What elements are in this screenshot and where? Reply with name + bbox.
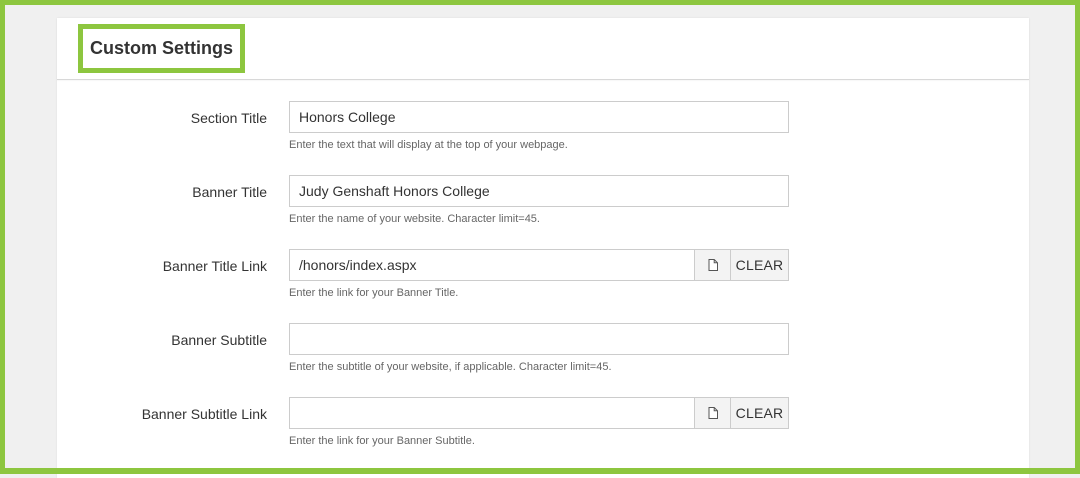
banner-title-label: Banner Title bbox=[192, 184, 267, 200]
section-title-input[interactable] bbox=[289, 101, 789, 133]
banner-subtitle-link-help: Enter the link for your Banner Subtitle. bbox=[289, 435, 475, 447]
banner-title-help: Enter the name of your website. Characte… bbox=[289, 213, 540, 225]
banner-subtitle-input[interactable] bbox=[289, 323, 789, 355]
banner-title-link-label: Banner Title Link bbox=[162, 258, 267, 274]
banner-title-input[interactable] bbox=[289, 175, 789, 207]
banner-subtitle-label: Banner Subtitle bbox=[171, 332, 267, 348]
banner-subtitle-link-browse-button[interactable] bbox=[694, 398, 730, 428]
custom-settings-panel: Custom Settings Section Title Enter the … bbox=[57, 18, 1029, 478]
banner-title-link-input[interactable] bbox=[290, 250, 694, 280]
banner-subtitle-link-label: Banner Subtitle Link bbox=[141, 406, 267, 422]
banner-title-link-group: CLEAR bbox=[289, 249, 789, 281]
banner-subtitle-link-clear-button[interactable]: CLEAR bbox=[730, 398, 788, 428]
banner-subtitle-help: Enter the subtitle of your website, if a… bbox=[289, 361, 612, 373]
panel-title: Custom Settings bbox=[78, 24, 246, 73]
panel-header: Custom Settings bbox=[57, 18, 1029, 80]
file-icon bbox=[708, 407, 718, 419]
file-icon bbox=[708, 259, 718, 271]
banner-title-link-clear-button[interactable]: CLEAR bbox=[730, 250, 788, 280]
section-title-help: Enter the text that will display at the … bbox=[289, 139, 568, 151]
banner-subtitle-link-group: CLEAR bbox=[289, 397, 789, 429]
banner-subtitle-link-input[interactable] bbox=[290, 398, 694, 428]
banner-title-link-help: Enter the link for your Banner Title. bbox=[289, 287, 459, 299]
banner-title-link-browse-button[interactable] bbox=[694, 250, 730, 280]
section-title-label: Section Title bbox=[190, 110, 267, 126]
